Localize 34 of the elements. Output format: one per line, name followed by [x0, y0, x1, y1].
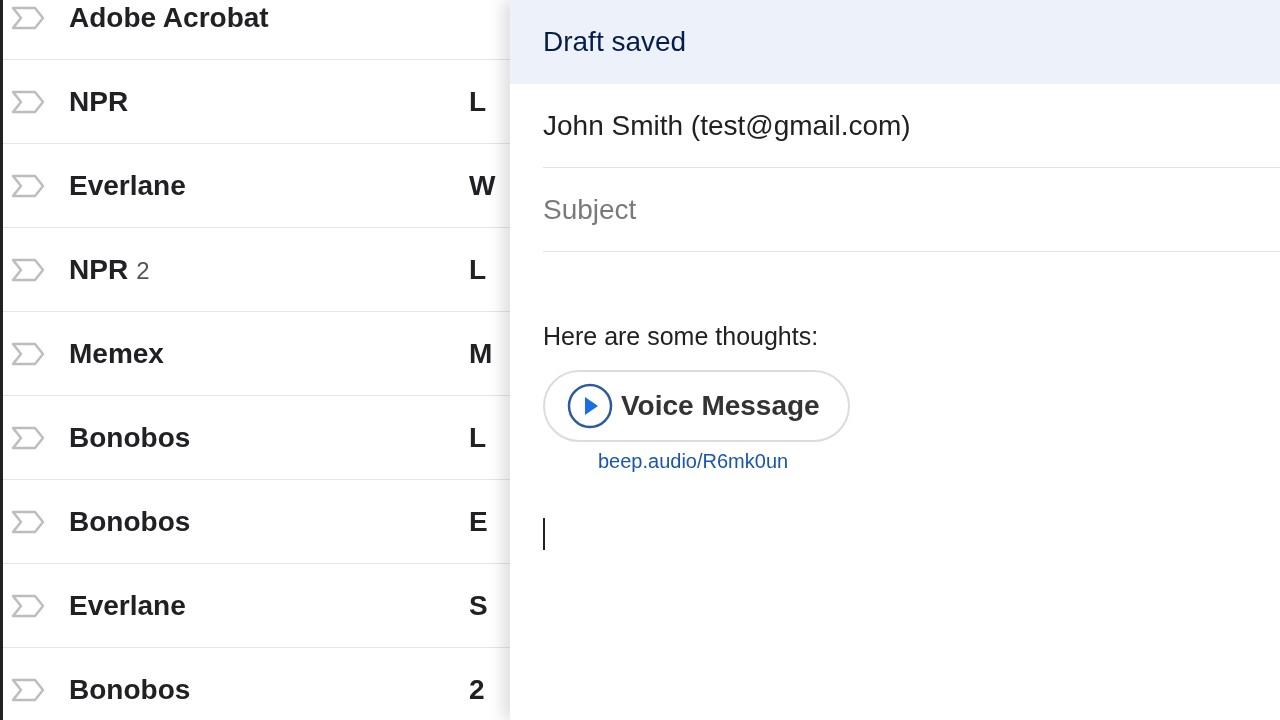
sender-name: Memex	[69, 337, 164, 369]
draft-status: Draft saved	[543, 25, 687, 59]
sender-name: Everlane	[69, 589, 186, 621]
subject-snippet: L	[469, 252, 487, 287]
voice-message-button[interactable]: Voice Message	[543, 369, 850, 442]
sender-name: Bonobos	[69, 673, 191, 705]
importance-marker-icon[interactable]	[11, 593, 45, 618]
sender-name: Adobe Acrobat	[69, 1, 269, 33]
text-cursor	[543, 517, 545, 550]
sender-name: Bonobos	[69, 421, 191, 453]
sender-name: NPR	[69, 85, 129, 117]
importance-marker-icon[interactable]	[11, 5, 45, 30]
subject-snippet: W	[469, 168, 496, 203]
importance-marker-icon[interactable]	[11, 257, 45, 282]
subject-snippet: L	[469, 420, 487, 455]
subject-snippet: L	[469, 84, 487, 119]
subject-snippet: E	[469, 504, 488, 539]
subject-snippet: M	[469, 336, 493, 371]
sender-name: Everlane	[69, 169, 186, 201]
importance-marker-icon[interactable]	[11, 677, 45, 702]
importance-marker-icon[interactable]	[11, 173, 45, 198]
importance-marker-icon[interactable]	[11, 89, 45, 114]
recipient-field[interactable]: John Smith (test@gmail.com)	[543, 84, 1280, 168]
subject-snippet: S	[469, 588, 488, 623]
subject-snippet: 2	[469, 672, 485, 707]
thread-count: 2	[136, 256, 150, 284]
importance-marker-icon[interactable]	[11, 425, 45, 450]
importance-marker-icon[interactable]	[11, 509, 45, 534]
play-icon	[567, 382, 613, 429]
voice-link[interactable]: beep.audio/R6mk0un	[598, 445, 1280, 476]
sender-name: NPR	[69, 253, 129, 285]
importance-marker-icon[interactable]	[11, 341, 45, 366]
sender-name: Bonobos	[69, 505, 191, 537]
body-text: Here are some thoughts:	[543, 321, 820, 352]
